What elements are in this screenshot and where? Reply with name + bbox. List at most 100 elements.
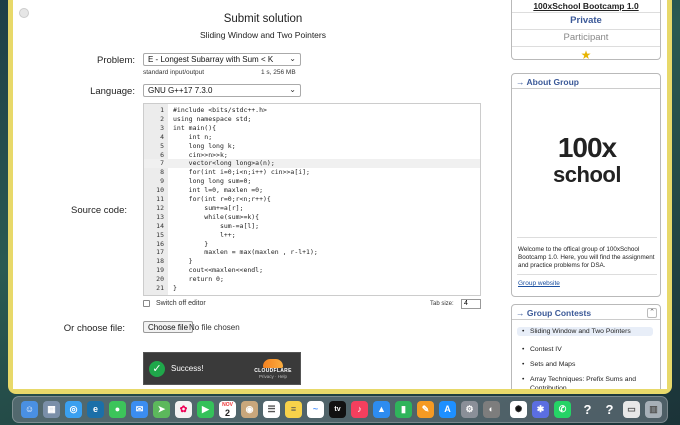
reminders-icon[interactable]: ☰ — [263, 401, 280, 418]
code-line: 4 int n; — [144, 133, 480, 141]
switch-editor-checkbox[interactable] — [143, 300, 150, 307]
captcha-links[interactable]: Privacy · Help — [252, 374, 294, 379]
settings-icon[interactable]: ⚙ — [461, 401, 478, 418]
cloud-icon — [263, 359, 283, 368]
line-number: 10 — [156, 186, 164, 195]
problem-select-value: E - Longest Subarray with Sum < K — [148, 55, 274, 64]
submit-form: Submit solution Sliding Window and Two P… — [13, 0, 503, 389]
tab-size-label: Tab size: — [430, 301, 454, 307]
numbers-icon[interactable]: ▮ — [395, 401, 412, 418]
captcha-widget[interactable]: ✓ Success! CLOUDFLARE Privacy · Help — [143, 352, 301, 385]
code-text: int l=0, maxlen =0; — [173, 186, 264, 195]
chatgpt-icon[interactable]: ✺ — [510, 401, 527, 418]
language-label: Language: — [90, 86, 135, 97]
trash-icon[interactable]: ▥ — [645, 401, 662, 418]
language-select-value: GNU G++17 7.3.0 — [148, 86, 213, 95]
cloudflare-logo: CLOUDFLARE Privacy · Help — [252, 359, 294, 379]
line-number: 21 — [156, 284, 164, 292]
code-line: 8 for(int i=0;i<n;i++) cin>>a[i]; — [144, 168, 480, 176]
launchpad-icon[interactable]: ▦ — [43, 401, 60, 418]
calendar-day: 2 — [224, 408, 230, 418]
code-text: return 0; — [173, 275, 224, 284]
limits-text: 1 s, 256 MB — [261, 69, 296, 76]
choose-file-label: Or choose file: — [63, 323, 125, 334]
source-code-label: Source code: — [71, 205, 127, 216]
line-number: 13 — [156, 212, 164, 221]
role-text: Participant — [512, 29, 660, 46]
claude-icon[interactable]: ✱ — [532, 401, 549, 418]
tv-icon[interactable]: tv — [329, 401, 346, 418]
finder-icon[interactable]: ☺ — [21, 401, 38, 418]
code-text: } — [173, 257, 193, 266]
line-number: 1 — [160, 106, 164, 114]
line-number: 7 — [160, 159, 164, 168]
preview-icon[interactable]: ▭ — [623, 401, 640, 418]
keynote-icon[interactable]: ▲ — [373, 401, 390, 418]
code-text: long long k; — [173, 141, 236, 150]
code-text: } — [173, 239, 209, 248]
logo-line-2: school — [553, 162, 621, 187]
code-text: for(int i=0;i<n;i++) cin>>a[i]; — [173, 168, 310, 177]
pages-icon[interactable]: ✎ — [417, 401, 434, 418]
mail-icon[interactable]: ✉ — [131, 401, 148, 418]
line-number: 20 — [156, 275, 164, 284]
code-line: 3 int main(){ — [144, 124, 480, 132]
no-file-text: No file chosen — [189, 323, 240, 332]
line-number: 18 — [156, 257, 164, 266]
contest-item[interactable]: Sets and Maps — [517, 360, 653, 369]
freeform-icon[interactable]: ~ — [307, 401, 324, 418]
code-line: 10 int l=0, maxlen =0; — [144, 186, 480, 194]
contacts-icon[interactable]: ◉ — [241, 401, 258, 418]
appstore-icon[interactable]: A — [439, 401, 456, 418]
star-icon[interactable]: ★ — [512, 46, 660, 59]
visibility-badge: Private — [512, 12, 660, 29]
code-text: cin>>n>>k; — [173, 150, 228, 159]
contest-item[interactable]: Sliding Window and Two Pointers — [517, 327, 653, 336]
calendar-icon[interactable]: NOV 2 — [219, 401, 236, 418]
safari-icon[interactable]: ◎ — [65, 401, 82, 418]
maps-icon[interactable]: ➤ — [153, 401, 170, 418]
io-text: standard input/output — [143, 69, 205, 76]
group-website-link[interactable]: Group website — [518, 280, 560, 287]
screenshot-icon[interactable]: ◐ — [483, 401, 500, 418]
code-text: cout<<maxlen<<endl; — [173, 266, 264, 275]
help-icon[interactable]: ? — [579, 401, 596, 418]
whatsapp-icon[interactable]: ✆ — [554, 401, 571, 418]
line-number: 15 — [156, 230, 164, 239]
problem-select[interactable]: E - Longest Subarray with Sum < K ⌄ — [143, 53, 301, 66]
edge-icon[interactable]: e — [87, 401, 104, 418]
code-text: while(sum>=k){ — [173, 212, 260, 221]
group-title[interactable]: 100xSchool Bootcamp 1.0 — [512, 0, 660, 12]
code-editor[interactable]: 1 #include <bits/stdc++.h> 2 using namespac… — [143, 103, 481, 296]
language-select[interactable]: GNU G++17 7.3.0 ⌄ — [143, 84, 301, 97]
help-icon-2[interactable]: ? — [601, 401, 618, 418]
code-line: 1 #include <bits/stdc++.h> — [144, 106, 480, 114]
switch-editor-label: Switch off editor — [156, 300, 206, 307]
choose-file-button[interactable]: Choose file — [143, 321, 194, 333]
divider — [517, 237, 657, 238]
messages-icon[interactable]: ● — [109, 401, 126, 418]
code-line: 16 } — [144, 240, 480, 248]
code-line: 11 for(int r=0;r<n;r++){ — [144, 195, 480, 203]
checkmark-icon: ✓ — [149, 361, 165, 377]
code-line: 12 sum+=a[r]; — [144, 204, 480, 212]
code-text: int main(){ — [173, 123, 217, 132]
page-title: Submit solution — [223, 13, 303, 25]
tab-size-input[interactable]: 4 — [461, 299, 481, 309]
page-content: Submit solution Sliding Window and Two P… — [13, 0, 667, 389]
code-line: 17 maxlen = max(maxlen , r-l+1); — [144, 248, 480, 256]
music-icon[interactable]: ♪ — [351, 401, 368, 418]
chevron-up-icon[interactable]: ⌃ — [647, 308, 657, 318]
about-group-header: → About Group — [512, 74, 660, 89]
code-line: 7 vector<long long>a(n); — [144, 159, 480, 168]
code-text: for(int r=0;r<n;r++){ — [173, 195, 271, 203]
photos-icon[interactable]: ✿ — [175, 401, 192, 418]
macos-dock: ☺ ▦ ◎ e ● ✉ ➤ ✿ ▶ NOV 2 ◉ ☰ ≡ ~ tv ♪ ▲ ▮… — [12, 396, 668, 423]
line-number: 12 — [156, 203, 164, 212]
facetime-icon[interactable]: ▶ — [197, 401, 214, 418]
notes-icon[interactable]: ≡ — [285, 401, 302, 418]
code-text: vector<long long>a(n); — [173, 159, 275, 168]
contest-item[interactable]: Array Techniques: Prefix Sums and Contri… — [517, 375, 653, 389]
contest-item[interactable]: Contest IV — [517, 345, 653, 354]
line-number: 5 — [160, 141, 164, 150]
